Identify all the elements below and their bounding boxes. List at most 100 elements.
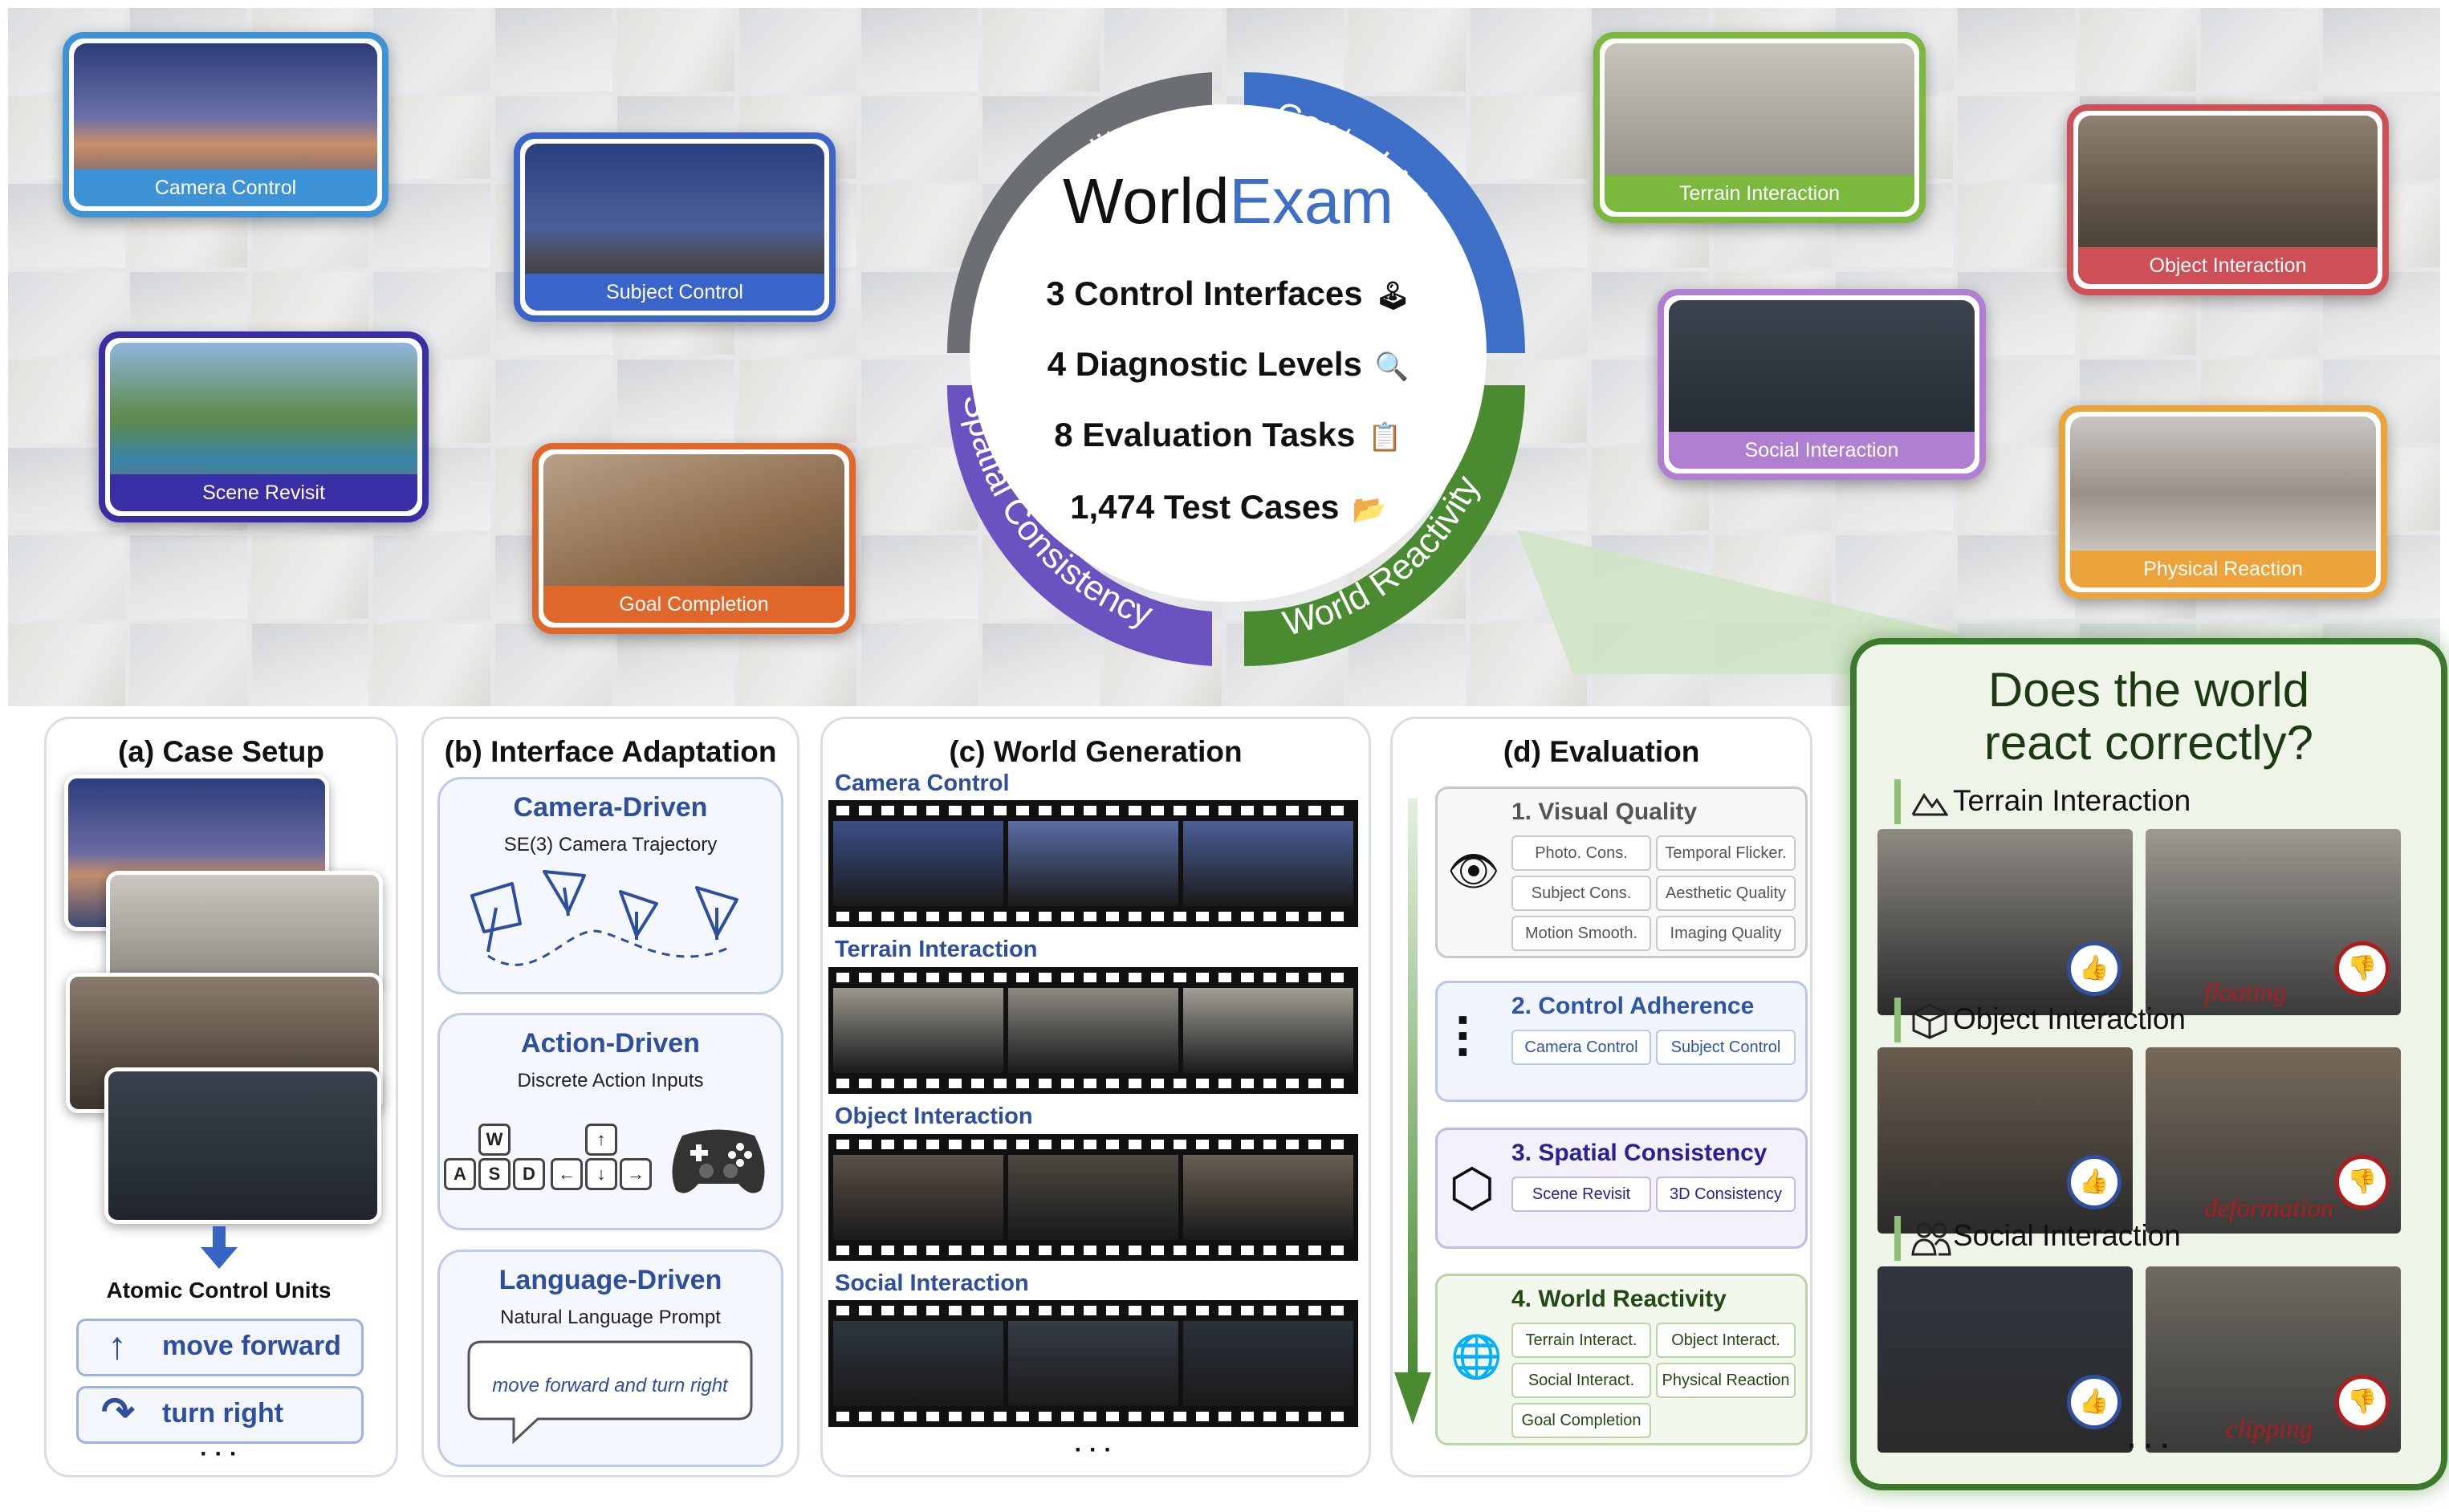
film-perforation [836,973,1350,982]
key-s: S [478,1158,511,1190]
control-unit-move-forward: ↑ move forward [76,1319,364,1376]
action-driven-heading: Action-Driven [521,1028,700,1059]
eval-metric-chip: Photo. Cons. [1511,835,1651,871]
strip-label: Object Interaction [835,1104,1033,1129]
clipboard-icon: 📋 [1368,422,1402,453]
eval-metric-chip: Subject Cons. [1511,876,1651,911]
input-photo-crowd [104,1067,381,1224]
title-part-exam: Exam [1229,165,1393,237]
film-frame [833,1321,1003,1406]
eval-level-heading: 1. Visual Quality [1511,799,1698,825]
mountain-icon [1911,793,1948,816]
film-frame [833,1155,1003,1240]
eval-metric-chip: Terrain Interact. [1511,1323,1651,1358]
section-bar [1894,998,1901,1043]
panel-title: (d) Evaluation [1503,735,1700,768]
section-bar [1894,779,1901,824]
folder-icon: 📂 [1352,494,1386,525]
card-label: Social Interaction [1669,432,1975,469]
callout-question-line1: Does the world [1987,663,2310,717]
card-scene-revisit: Scene Revisit [99,331,429,522]
panel-title: (a) Case Setup [117,735,324,768]
film-strip-object-interaction [828,1134,1358,1261]
film-frame [1183,1321,1353,1406]
key-w: W [478,1124,511,1156]
callout-task-label: Object Interaction [1953,1002,2186,1035]
globe-icon: 🌐 [1450,1334,1503,1380]
card-label: Scene Revisit [110,474,417,511]
key-d: D [513,1158,545,1190]
strip-label: Terrain Interaction [835,937,1038,962]
people-icon [1911,1222,1951,1256]
reactivity-callout: Does the world react correctly? Terrain … [1850,638,2447,1490]
film-strip-camera-control [828,800,1358,927]
control-unit-label: move forward [162,1331,341,1361]
film-frame [833,821,1003,906]
key-a: A [444,1158,476,1190]
camera-driven-box: Camera-Driven SE(3) Camera Trajectory [437,777,783,994]
film-frame [833,988,1003,1073]
film-frame [1183,988,1353,1073]
language-driven-sub: Natural Language Prompt [500,1307,721,1328]
failure-label: floating [2204,978,2287,1007]
language-driven-heading: Language-Driven [498,1265,722,1295]
thumbs-up-icon: 👍 [2067,941,2122,996]
card-terrain-interaction: Terrain Interaction [1593,32,1926,223]
ellipsis: · · · [1074,1437,1113,1463]
stat-control-interfaces: 3 Control Interfaces 🕹 [1046,274,1410,312]
key-arrow-down: ↓ [585,1158,617,1190]
card-social-interaction: Social Interaction [1658,289,1986,480]
key-arrow-left: ← [551,1158,583,1190]
film-strip-terrain-interaction [828,967,1358,1094]
key-arrow-up: ↑ [585,1124,617,1156]
eval-level-world-reactivity: 🌐 4. World Reactivity Terrain Interact. O… [1435,1274,1808,1445]
film-perforation [836,1412,1350,1421]
arrow-down-icon [201,1226,238,1269]
thumbs-down-icon: 👎 [2335,1375,2390,1429]
camera-trajectory-icon [470,870,738,966]
language-prompt: move forward and turn right [492,1375,728,1396]
magnifier-icon: 🔍 [1374,352,1410,382]
box-icon [1912,1003,1947,1039]
card-label: Object Interaction [2078,247,2378,284]
ellipsis: · · · [200,1441,238,1467]
card-camera-control: Camera Control [63,32,389,217]
cube-icon: ⬡ [1449,1158,1495,1217]
stat-evaluation-tasks: 8 Evaluation Tasks 📋 [1054,416,1402,453]
strip-label: Social Interaction [835,1270,1029,1296]
film-perforation [836,912,1350,921]
turn-right-icon: ↷ [101,1389,135,1434]
card-label: Physical Reaction [2070,551,2376,587]
card-physical-reaction: Physical Reaction [2059,405,2387,599]
eval-level-heading: 4. World Reactivity [1511,1286,1727,1312]
eval-metric-chip: Subject Control [1656,1030,1796,1065]
eval-level-control-adherence: ⫶ 2. Control Adherence Camera Control Sub… [1435,981,1808,1102]
camera-driven-sub: SE(3) Camera Trajectory [503,834,718,856]
thumbs-down-icon: 👎 [2335,1155,2390,1209]
eval-metric-chip: Motion Smooth. [1511,916,1651,951]
card-subject-control: Subject Control [514,132,836,322]
panel-title: (b) Interface Adaptation [444,735,777,768]
card-goal-completion: Goal Completion [532,443,856,634]
ellipsis: · · · [2127,1431,2170,1461]
strip-label: Camera Control [835,770,1010,796]
atomic-control-units-title: Atomic Control Units [106,1278,332,1303]
failure-label: deformation [2204,1194,2334,1223]
film-perforation [836,1079,1350,1088]
thumbs-down-icon: 👎 [2335,941,2390,996]
eval-metric-chip: Imaging Quality [1656,916,1796,951]
callout-question-line2: react correctly? [1983,716,2314,770]
film-perforation [836,1306,1350,1315]
title-part-world: World [1063,165,1230,237]
film-frame [1008,1321,1178,1406]
card-object-interaction: Object Interaction [2067,104,2389,295]
eval-level-heading: 2. Control Adherence [1511,993,1755,1019]
film-perforation [836,1246,1350,1255]
control-unit-label: turn right [162,1398,284,1429]
arrow-up-icon: ↑ [108,1325,127,1368]
film-perforation [836,806,1350,815]
joystick-icon: 🕹 [1375,281,1410,311]
sliders-icon: ⫶ [1455,1008,1470,1071]
eval-metric-chip: Social Interact. [1511,1363,1651,1398]
eval-metric-chip: Aesthetic Quality [1656,876,1796,911]
